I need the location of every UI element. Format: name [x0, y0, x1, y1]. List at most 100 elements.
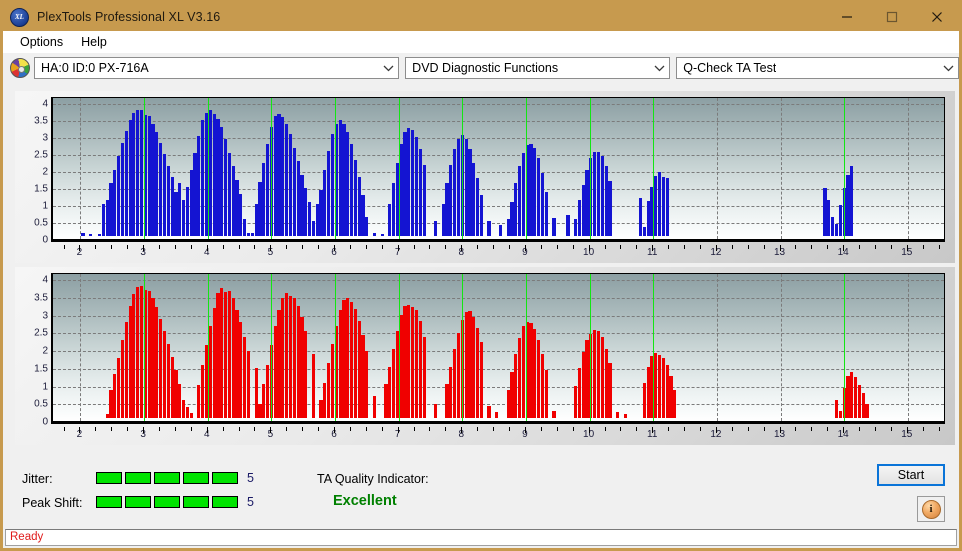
meter-segment: [212, 472, 238, 484]
meter-segment: [154, 496, 180, 508]
chart-bar: [585, 340, 589, 418]
chart-bar: [521, 152, 525, 236]
maximize-icon[interactable]: [869, 3, 914, 31]
info-button[interactable]: i: [917, 496, 945, 522]
chart-bar: [262, 384, 266, 418]
x-axis-minor-tick: [636, 427, 638, 431]
chart-bar: [537, 157, 541, 236]
chart-bar: [216, 293, 220, 418]
chart-bar: [518, 338, 522, 418]
chart-bar: [338, 309, 342, 418]
x-axis-minor-tick: [874, 245, 876, 249]
y-axis-tick-label: 3: [42, 132, 48, 144]
chart-bar: [456, 139, 461, 236]
chart-bar: [159, 318, 163, 418]
chart-bar: [487, 405, 491, 418]
chart-bar: [399, 144, 403, 236]
chart-bar: [403, 306, 407, 418]
meter-segment: [125, 496, 151, 508]
chart-bar: [384, 384, 388, 418]
track-marker-line: [462, 98, 464, 239]
x-axis-tick-mark: [397, 427, 399, 433]
x-axis-tick-mark: [206, 245, 208, 251]
chart-bar: [239, 193, 243, 236]
x-axis-tick-mark: [334, 427, 336, 433]
x-axis-minor-tick: [763, 427, 765, 431]
x-axis-minor-tick: [509, 427, 511, 431]
chart-bar: [147, 291, 151, 418]
close-icon[interactable]: [914, 3, 959, 31]
chart-bar: [857, 385, 862, 418]
x-axis-minor-tick: [556, 427, 558, 431]
chart-bar: [323, 382, 327, 418]
window-title: PlexTools Professional XL V3.16: [37, 10, 221, 24]
x-axis-tick-mark: [270, 245, 272, 251]
grid-line-horizontal: [53, 422, 944, 423]
chart-bar: [574, 386, 578, 418]
chart-bar: [105, 414, 109, 418]
chart-bar: [418, 320, 422, 418]
application-window: XL PlexTools Professional XL V3.16 Optio…: [0, 0, 962, 551]
menu-item-help[interactable]: Help: [72, 33, 116, 51]
chart-bar: [109, 183, 113, 236]
chart-bar: [151, 297, 155, 418]
chart-bar: [533, 329, 537, 418]
chart-bar: [281, 117, 285, 236]
track-marker-line: [335, 98, 337, 239]
chart-bar: [827, 200, 831, 236]
jitter-chart-panel: 0 0.5 1 1.5 2 2.5 3 3.5 4 2 3 4 5 6 7 8 9 10 11 12 13 14 15: [15, 91, 955, 263]
x-axis-minor-tick: [381, 245, 383, 249]
chart-bar: [178, 384, 182, 418]
x-axis-minor-tick: [477, 427, 479, 431]
x-axis-minor-tick: [127, 427, 129, 431]
drive-select[interactable]: HA:0 ID:0 PX-716A: [34, 57, 400, 79]
chart-bar: [220, 127, 224, 236]
x-axis-minor-tick: [254, 245, 256, 249]
chart-bar: [231, 298, 235, 418]
x-axis-tick-mark: [906, 245, 908, 251]
chart-bar: [227, 291, 231, 418]
chart-bar: [208, 325, 212, 418]
x-axis-minor-tick: [604, 245, 606, 249]
chart-bar: [495, 411, 499, 418]
chart-bar: [388, 366, 392, 418]
x-axis-minor-tick: [859, 245, 861, 249]
x-axis-minor-tick: [349, 245, 351, 249]
chart-bar: [445, 183, 449, 236]
chart-bar: [506, 219, 510, 236]
chart-bar: [185, 407, 189, 418]
x-axis-minor-tick: [572, 427, 574, 431]
chart-bar: [593, 330, 597, 418]
start-button[interactable]: Start: [877, 464, 945, 486]
chart-bar: [285, 293, 289, 418]
x-axis-minor-tick: [174, 245, 176, 249]
jitter-chart-plot: [51, 97, 945, 242]
y-axis-tick-label: 2.5: [34, 149, 48, 161]
y-axis-tick-label: 2: [42, 166, 48, 178]
results-area: Jitter: 5 Peak Shift: 5 TA Quality Indic…: [3, 450, 959, 526]
chart-bar: [231, 166, 235, 236]
chart-bar: [654, 175, 658, 236]
chart-bar: [453, 149, 457, 236]
chart-bar: [327, 151, 331, 236]
function-select[interactable]: DVD Diagnostic Functions: [405, 57, 671, 79]
minimize-icon[interactable]: [824, 3, 869, 31]
chart-bar: [449, 366, 453, 418]
x-axis-minor-tick: [302, 427, 304, 431]
chart-bar: [136, 286, 140, 418]
x-axis-tick-mark: [652, 245, 654, 251]
menu-item-options[interactable]: Options: [11, 33, 72, 51]
x-axis-minor-tick: [95, 427, 97, 431]
x-axis-minor-tick: [238, 427, 240, 431]
x-axis-minor-tick: [827, 245, 829, 249]
chart-bar: [166, 166, 170, 236]
chart-bar: [600, 156, 604, 236]
peak-shift-chart-plot: [51, 273, 945, 424]
x-axis-minor-tick: [445, 427, 447, 431]
chart-bar: [185, 186, 189, 236]
chart-bar: [665, 177, 669, 236]
ta-quality-value: Excellent: [333, 493, 397, 509]
test-select[interactable]: Q-Check TA Test: [676, 57, 959, 79]
x-axis-minor-tick: [63, 427, 65, 431]
chart-bar: [498, 225, 503, 236]
